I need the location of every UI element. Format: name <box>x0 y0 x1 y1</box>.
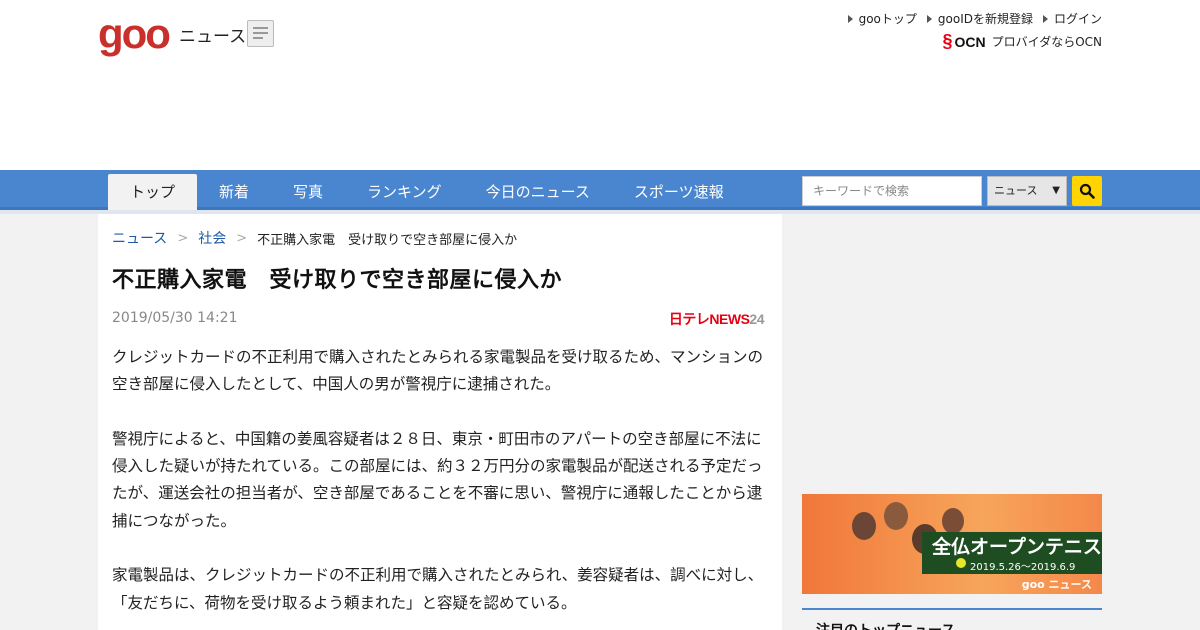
banner-title: 全仏オープンテニス <box>932 536 1102 558</box>
banner-date: 2019.5.26〜2019.6.9 <box>970 562 1076 573</box>
goo-logo[interactable]: goo <box>98 12 171 56</box>
breadcrumb-society[interactable]: 社会 <box>198 228 226 248</box>
arrow-right-icon <box>1042 14 1048 23</box>
tennis-ball-icon <box>956 558 966 568</box>
tab-sports[interactable]: スポーツ速報 <box>612 174 746 210</box>
search-scope-select[interactable]: ニュース ▼ <box>987 176 1067 206</box>
tab-photos[interactable]: 写真 <box>271 174 345 210</box>
article-title: 不正購入家電 受け取りで空き部屋に侵入か <box>112 268 563 293</box>
article-paragraph: 家電製品は、クレジットカードの不正利用で購入されたとみられ、姜容疑者は、調べに対… <box>112 566 764 612</box>
sidebar-divider <box>802 608 1102 610</box>
sidebar-section-heading: 注目のトップニュース <box>816 620 955 630</box>
arrow-right-icon <box>847 14 853 23</box>
breadcrumb: ニュース > 社会 > 不正購入家電 受け取りで空き部屋に侵入か <box>112 228 517 248</box>
banner-brand: goo ニュース <box>1021 578 1092 591</box>
article-body: クレジットカードの不正利用で購入されたとみられる家電製品を受け取るため、マンショ… <box>112 344 764 630</box>
article-paragraph: 警視庁によると、中国籍の姜風容疑者は２８日、東京・町田市のアパートの空き部屋に不… <box>112 429 763 530</box>
breadcrumb-news[interactable]: ニュース <box>112 228 167 248</box>
main-nav: トップ 新着 写真 ランキング 今日のニュース スポーツ速報 ニュース ▼ <box>0 170 1200 210</box>
tab-top[interactable]: トップ <box>108 174 198 210</box>
caret-down-icon: ▼ <box>1052 185 1060 196</box>
goo-top-link[interactable]: gooトップ <box>847 10 917 27</box>
source-logo[interactable]: 日テレNEWS24 <box>669 309 765 329</box>
ocn-text: プロバイダならOCN <box>991 35 1102 49</box>
utility-links: gooトップ gooIDを新規登録 ログイン <box>847 10 1102 27</box>
tab-latest[interactable]: 新着 <box>197 174 271 210</box>
arrow-right-icon <box>926 14 932 23</box>
search-input[interactable] <box>802 176 982 206</box>
breadcrumb-current: 不正購入家電 受け取りで空き部屋に侵入か <box>257 232 518 248</box>
service-name[interactable]: ニュース <box>179 22 246 47</box>
search-icon <box>1079 183 1095 199</box>
breadcrumb-separator: > <box>177 230 189 246</box>
register-gooid-link[interactable]: gooIDを新規登録 <box>926 10 1033 27</box>
breadcrumb-separator: > <box>236 230 248 246</box>
article-date: 2019/05/30 14:21 <box>112 310 238 326</box>
newspaper-icon <box>247 20 274 47</box>
search-button[interactable] <box>1072 176 1102 206</box>
site-header: goo ニュース gooトップ gooIDを新規登録 ログイン § OCN プロバ… <box>0 0 1200 170</box>
french-open-banner[interactable]: 全仏オープンテニス 2019.5.26〜2019.6.9 goo ニュース <box>802 494 1102 594</box>
article-paragraph: クレジットカードの不正利用で購入されたとみられる家電製品を受け取るため、マンショ… <box>112 348 764 394</box>
ocn-logo: § OCN <box>942 31 986 51</box>
tab-today[interactable]: 今日のニュース <box>464 174 612 210</box>
tab-ranking[interactable]: ランキング <box>345 174 464 210</box>
ocn-mark-icon: § <box>942 31 953 51</box>
nav-tabs: トップ 新着 写真 ランキング 今日のニュース スポーツ速報 <box>108 174 746 210</box>
article: ニュース > 社会 > 不正購入家電 受け取りで空き部屋に侵入か 不正購入家電 … <box>98 214 782 630</box>
ocn-promo-link[interactable]: § OCN プロバイダならOCN <box>943 31 1102 52</box>
login-link[interactable]: ログイン <box>1042 10 1102 27</box>
